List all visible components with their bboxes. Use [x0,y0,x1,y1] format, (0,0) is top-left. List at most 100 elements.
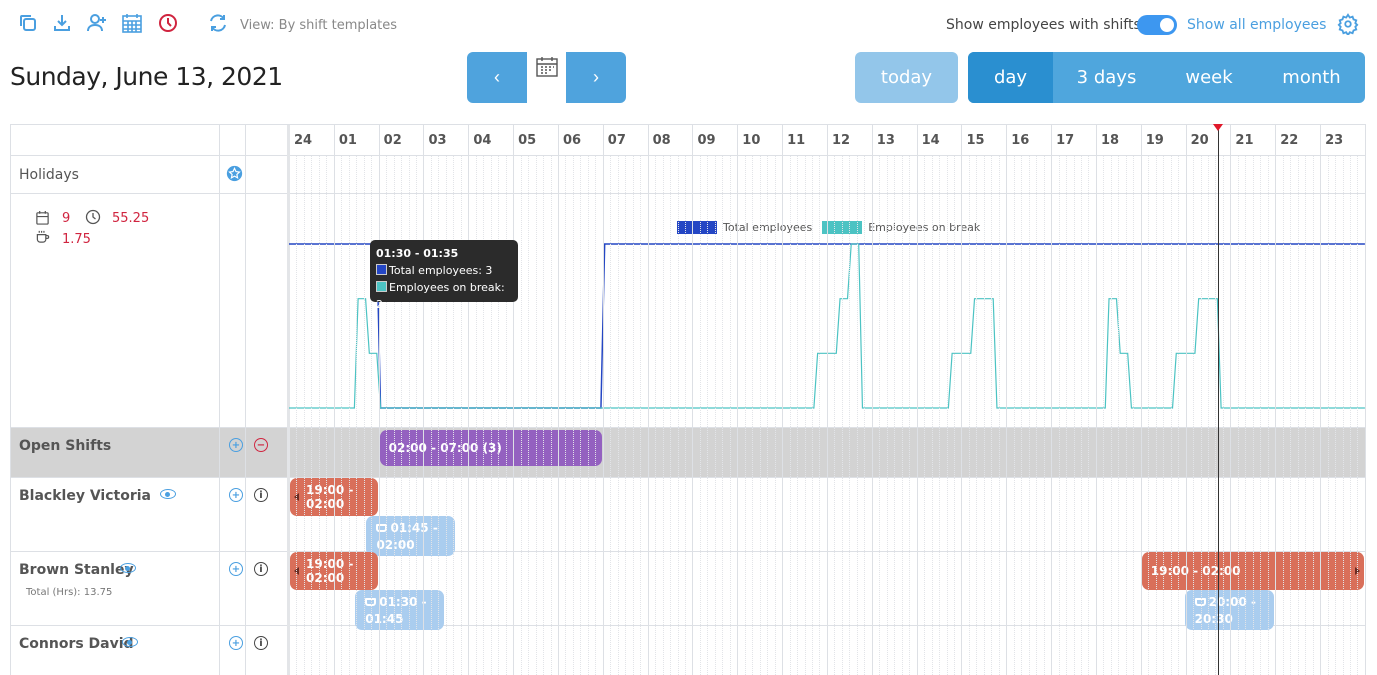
hour-label: 15 [966,133,985,148]
eye-icon[interactable] [160,489,176,499]
gear-icon[interactable] [1337,13,1359,35]
minor-gridline [640,156,642,675]
minor-gridline [430,156,432,675]
download-icon[interactable] [51,12,73,34]
clock-icon[interactable] [157,12,179,34]
minor-gridline [1252,156,1254,675]
minor-gridline [834,156,836,675]
add-user-icon[interactable] [86,12,108,34]
view-month-button[interactable]: month [1258,52,1365,103]
hour-label: 06 [562,133,582,148]
hour-label: 19 [1145,133,1164,148]
employee-total-hours: Total (Hrs): 13.75 [26,587,113,598]
view-day-button[interactable]: day [968,52,1053,103]
hour-label: 16 [1011,133,1030,148]
eye-icon[interactable] [120,563,136,573]
minor-gridline [543,156,545,675]
hour-gridline [1275,125,1277,675]
show-all-employees-label[interactable]: Show all employees [1187,17,1326,33]
info-icon[interactable]: i [254,636,268,650]
minor-gridline [752,156,754,675]
minor-gridline [699,156,701,675]
view-week-button[interactable]: week [1160,52,1258,103]
minor-gridline [662,156,664,675]
minor-gridline [714,156,716,675]
add-shift-icon[interactable]: + [229,636,243,650]
minor-gridline [976,156,978,675]
employee-name[interactable]: Blackley Victoria [19,488,151,504]
minor-gridline [812,156,814,675]
prev-day-button[interactable]: ‹ [467,52,527,103]
minor-gridline [303,156,305,675]
minor-gridline [774,156,776,675]
add-open-shift-icon[interactable]: + [229,438,243,452]
minor-gridline [670,156,672,675]
minor-gridline [722,156,724,675]
minor-gridline [610,156,612,675]
hour-label: 20 [1190,133,1209,148]
minor-gridline [445,156,447,675]
minor-gridline [677,156,679,675]
minor-gridline [744,156,746,675]
minor-gridline [1342,156,1344,675]
info-icon[interactable]: i [254,488,268,502]
page-title: Sunday, June 13, 2021 [10,62,283,91]
minor-gridline [565,156,567,675]
info-icon[interactable]: i [254,562,268,576]
minor-gridline [991,156,993,675]
minor-gridline [1335,156,1337,675]
minor-gridline [1148,156,1150,675]
minor-gridline [864,156,866,675]
minor-gridline [371,156,373,675]
eye-icon[interactable] [122,637,138,647]
open-shifts-label: Open Shifts [19,438,112,454]
break-block[interactable]: 01:45 - 02:00 [366,516,456,556]
current-time-line [1218,125,1220,675]
refresh-icon[interactable] [207,12,229,34]
view-switcher: day 3 days week month [968,52,1365,103]
minor-gridline [894,156,896,675]
minor-gridline [483,156,485,675]
minor-gridline [1088,156,1090,675]
hour-label: 18 [1100,133,1120,148]
minor-gridline [789,156,791,675]
minor-gridline [1178,156,1180,675]
minor-gridline [311,156,313,675]
holiday-star-icon[interactable] [226,165,243,182]
minor-gridline [625,156,627,675]
minor-gridline [797,156,799,675]
add-shift-icon[interactable]: + [229,488,243,502]
today-button[interactable]: today [855,52,958,103]
view-3days-button[interactable]: 3 days [1053,52,1160,103]
minor-gridline [1305,156,1307,675]
employee-name[interactable]: Connors David [19,636,134,652]
minor-gridline [363,156,365,675]
add-shift-icon[interactable]: + [229,562,243,576]
minor-gridline [1193,156,1195,675]
hour-gridline [737,125,739,675]
minor-gridline [1282,156,1284,675]
minor-gridline [707,156,709,675]
view-mode-label[interactable]: View: By shift templates [240,18,397,33]
minor-gridline [1215,156,1217,675]
calendar-grid-icon[interactable] [121,12,143,34]
minor-gridline [550,156,552,675]
next-day-button[interactable]: › [566,52,626,103]
employee-filter-toggle[interactable] [1137,15,1177,35]
hour-gridline [692,125,694,675]
remove-open-shift-icon[interactable]: − [254,438,268,452]
calendar-picker-icon[interactable] [535,55,559,79]
minor-gridline [953,156,955,675]
employee-name[interactable]: Brown Stanley [19,562,134,578]
minor-gridline [475,156,477,675]
copy-icon[interactable] [17,12,39,34]
minor-gridline [841,156,843,675]
minor-gridline [580,156,582,675]
minor-gridline [1327,156,1329,675]
minor-gridline [1103,156,1105,675]
minor-gridline [1357,156,1359,675]
open-shifts-row [11,427,1365,477]
minor-gridline [901,156,903,675]
hour-gridline [1140,125,1142,675]
hour-gridline [513,125,515,675]
